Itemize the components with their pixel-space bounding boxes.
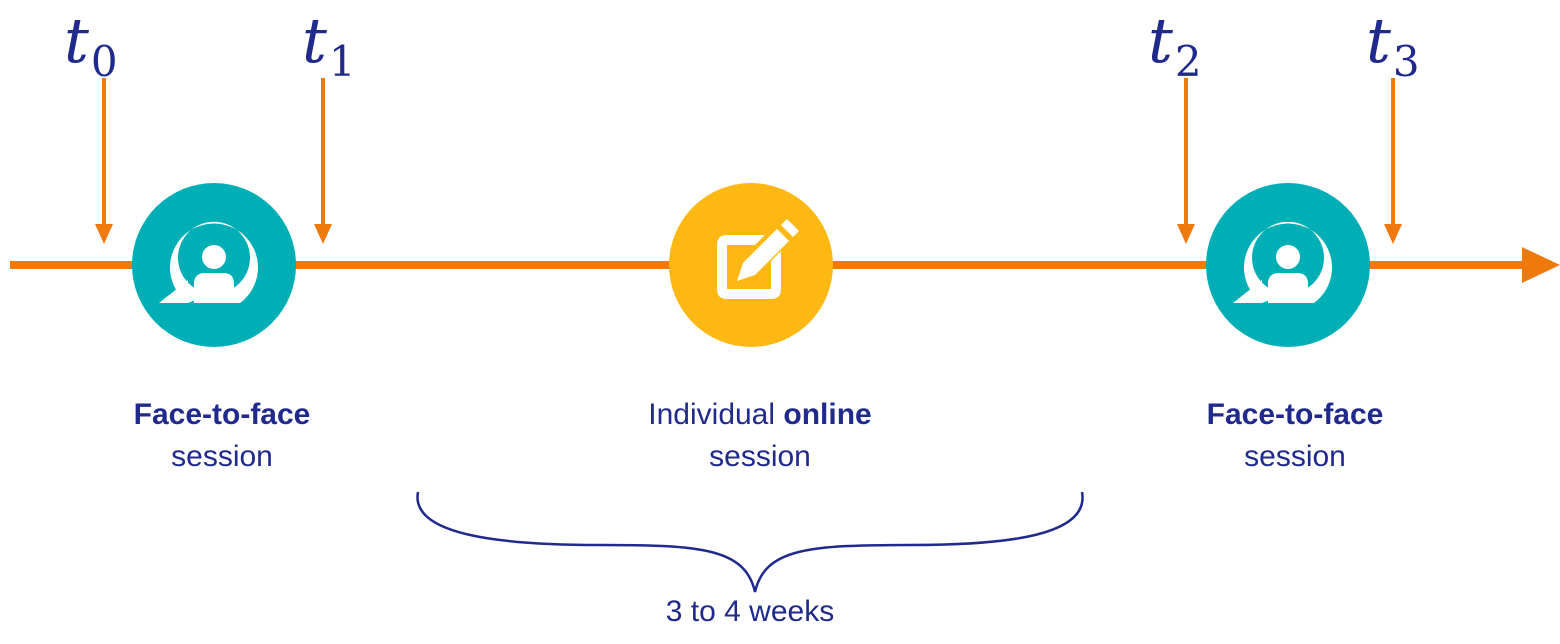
session-node-face-to-face-1 xyxy=(132,183,296,347)
session-node-face-to-face-2 xyxy=(1206,183,1370,347)
session-node-online xyxy=(669,183,833,347)
session-caption-online: Individual online session xyxy=(560,394,960,478)
duration-label: 3 to 4 weeks xyxy=(665,595,835,628)
timeline-arrowhead xyxy=(1522,247,1560,283)
marker-arrow-t3 xyxy=(1384,78,1402,244)
time-marker-t0: t0 xyxy=(64,4,118,86)
timeline-diagram: t0 t1 t2 t3 Face-to-face session Individ… xyxy=(0,0,1560,639)
session-caption-face-to-face-2: Face-to-face session xyxy=(1095,394,1495,478)
session-mode: Face-to-face xyxy=(133,398,311,431)
marker-arrow-t2 xyxy=(1177,78,1195,244)
marker-arrow-t0 xyxy=(95,78,113,244)
session-prefix: Individual xyxy=(648,398,784,431)
session-mode: Face-to-face xyxy=(1206,398,1384,431)
timeline-canvas xyxy=(10,78,1560,593)
session-word: session xyxy=(171,440,273,473)
marker-arrow-t1 xyxy=(314,78,332,244)
session-caption-face-to-face-1: Face-to-face session xyxy=(22,394,422,478)
time-marker-t1: t1 xyxy=(302,4,356,86)
session-mode: online xyxy=(783,398,872,431)
duration-brace xyxy=(416,491,1084,593)
session-word: session xyxy=(1244,440,1346,473)
time-marker-t3: t3 xyxy=(1366,4,1420,86)
time-marker-t2: t2 xyxy=(1148,4,1202,86)
session-word: session xyxy=(709,440,811,473)
